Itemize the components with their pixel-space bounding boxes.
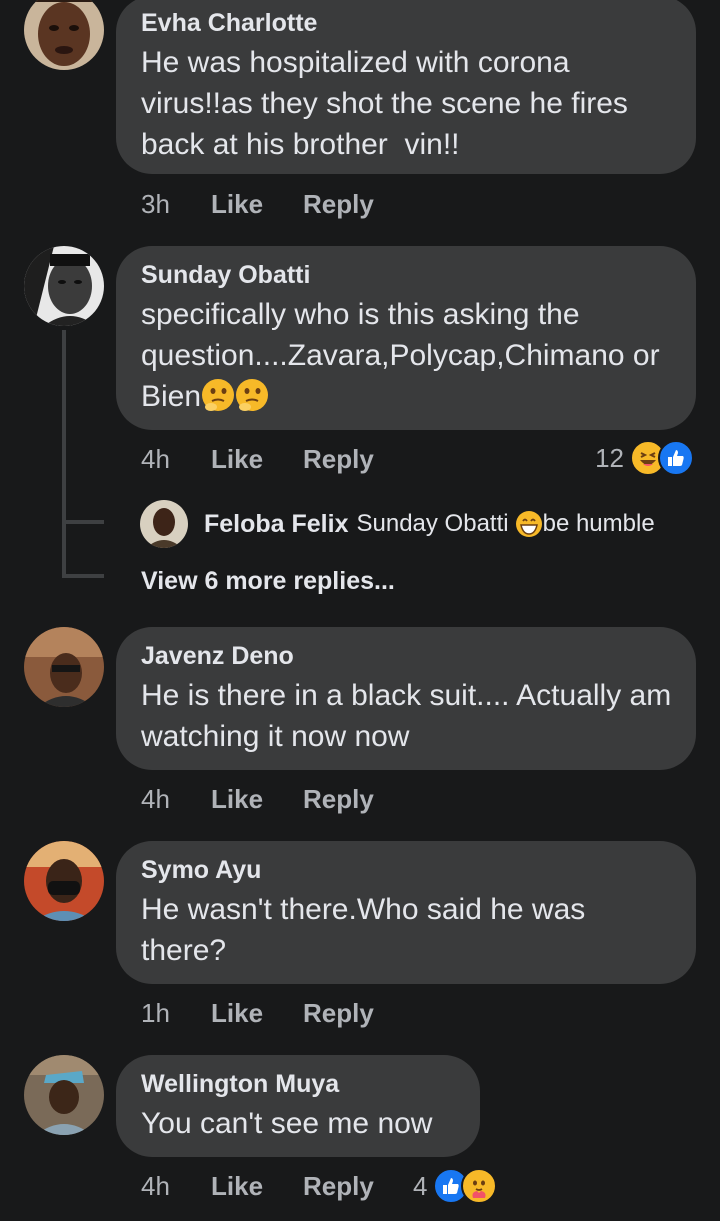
- comment: Wellington Muya You can't see me now 4h …: [0, 0, 720, 1221]
- avatar[interactable]: [24, 1055, 104, 1135]
- reaction-summary[interactable]: 4: [413, 1168, 498, 1204]
- reaction-count: 4: [413, 1170, 428, 1201]
- reply-button[interactable]: Reply: [303, 1171, 413, 1202]
- comment-actions: 4h Like Reply 4: [141, 1168, 498, 1204]
- comment-time[interactable]: 4h: [141, 1171, 211, 1202]
- like-button[interactable]: Like: [211, 1171, 303, 1202]
- comment-bubble[interactable]: Wellington Muya You can't see me now: [116, 1055, 480, 1157]
- comment-author[interactable]: Wellington Muya: [141, 1069, 456, 1099]
- care-emoji: [461, 1168, 498, 1204]
- comment-text: You can't see me now: [141, 1107, 433, 1140]
